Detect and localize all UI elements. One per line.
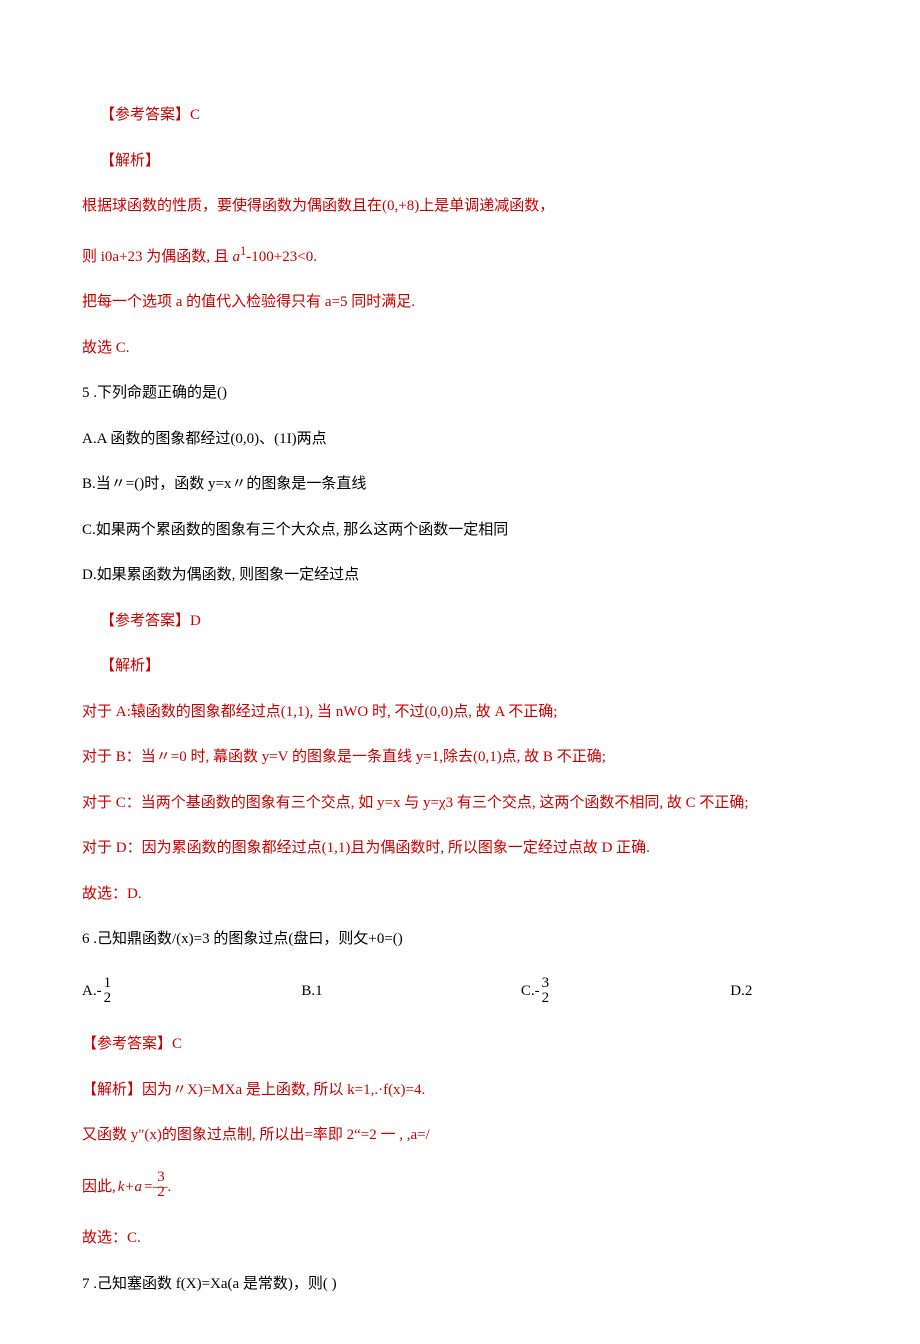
analysis-label: 【解析】 [100, 657, 850, 677]
answer-label: 【参考答案】D [100, 612, 850, 632]
analysis-conclusion: 故选：D. [82, 885, 850, 905]
question-stem: 6 .己知鼎函数/(x)=3 的图象过点(盘曰，则攵+0=() [82, 930, 850, 950]
option-text: D.2 [730, 982, 752, 1002]
text-fragment: -100+23<0. [246, 249, 317, 265]
fraction: 3 2 [155, 1170, 167, 1202]
fraction: 3 2 [540, 976, 552, 1008]
analysis-text: 对于 B：当〃=0 时, 幕函数 y=V 的图象是一条直线 y=1,除去(0,1… [82, 748, 850, 768]
text-fragment: a [233, 249, 241, 265]
analysis-text: 把每一个选项 a 的值代入检验得只有 a=5 同时满足. [82, 293, 850, 313]
answer-label: 【参考答案】C [100, 106, 850, 126]
analysis-text: 对于 C：当两个基函数的图象有三个交点, 如 y=x 与 y=χ3 有三个交点,… [82, 794, 850, 814]
option-text: B.1 [301, 982, 322, 1002]
answer-label: 【参考答案】C [82, 1035, 850, 1055]
analysis-text: 对于 D：因为累函数的图象都经过点(1,1)且为偶函数时, 所以图象一定经过点故… [82, 839, 850, 859]
option-a: A.- 1 2 [82, 976, 301, 1008]
question-stem: 5 .下列命题正确的是() [82, 384, 850, 404]
analysis-text: 【解析】因为〃X)=MXa 是上函数, 所以 k=1,.·f(x)=4. [82, 1081, 850, 1101]
text-fragment: 因此, [82, 1178, 116, 1198]
analysis-text: 对于 A:辕函数的图象都经过点(1,1), 当 nWO 时, 不过(0,0)点,… [82, 703, 850, 723]
analysis-text: 因此, k+a =—. 3 2 [82, 1172, 850, 1204]
option-row: A.- 1 2 B.1 C.- 3 2 D.2 [82, 976, 850, 1008]
fraction-num: 3 [542, 976, 550, 992]
fraction-den: 2 [104, 991, 112, 1007]
option-c: C.如果两个累函数的图象有三个大众点, 那么这两个函数一定相同 [82, 521, 850, 541]
fraction-den: 2 [157, 1185, 165, 1201]
fraction: 1 2 [102, 976, 114, 1008]
analysis-conclusion: 故选：C. [82, 1229, 850, 1249]
analysis-text: 根据球函数的性质，要使得函数为偶函数且在(0,+8)上是单调递减函数， [82, 197, 850, 217]
text-fragment: 则 i0a+23 为偶函数, 且 [82, 249, 233, 265]
analysis-label: 【解析】 [100, 152, 850, 172]
document-page: 【参考答案】C 【解析】 根据球函数的性质，要使得函数为偶函数且在(0,+8)上… [0, 0, 920, 1344]
option-d: D.如果累函数为偶函数, 则图象一定经过点 [82, 566, 850, 586]
option-d: D.2 [730, 982, 850, 1002]
option-a: A.A 函数的图象都经过(0,0)、(1I)两点 [82, 430, 850, 450]
option-c: C.- 3 2 [521, 976, 730, 1008]
fraction-num: 3 [157, 1170, 165, 1186]
option-prefix: C.- [521, 982, 540, 1002]
analysis-text: 又函数 y"(x)的图象过点制, 所以出=率即 2“=2 一 , ,a=/ [82, 1126, 850, 1146]
option-prefix: A.- [82, 982, 102, 1002]
analysis-conclusion: 故选 C. [82, 339, 850, 359]
analysis-text: 则 i0a+23 为偶函数, 且 a1-100+23<0. [82, 243, 850, 268]
question-stem: 7 .己知塞函数 f(X)=Xa(a 是常数)，则( ) [82, 1275, 850, 1295]
option-b: B.当〃=()时，函数 y=x〃的图象是一条直线 [82, 475, 850, 495]
fraction-den: 2 [542, 991, 550, 1007]
option-b: B.1 [301, 982, 520, 1002]
text-fragment: k+a [118, 1178, 142, 1198]
fraction-num: 1 [104, 976, 112, 992]
